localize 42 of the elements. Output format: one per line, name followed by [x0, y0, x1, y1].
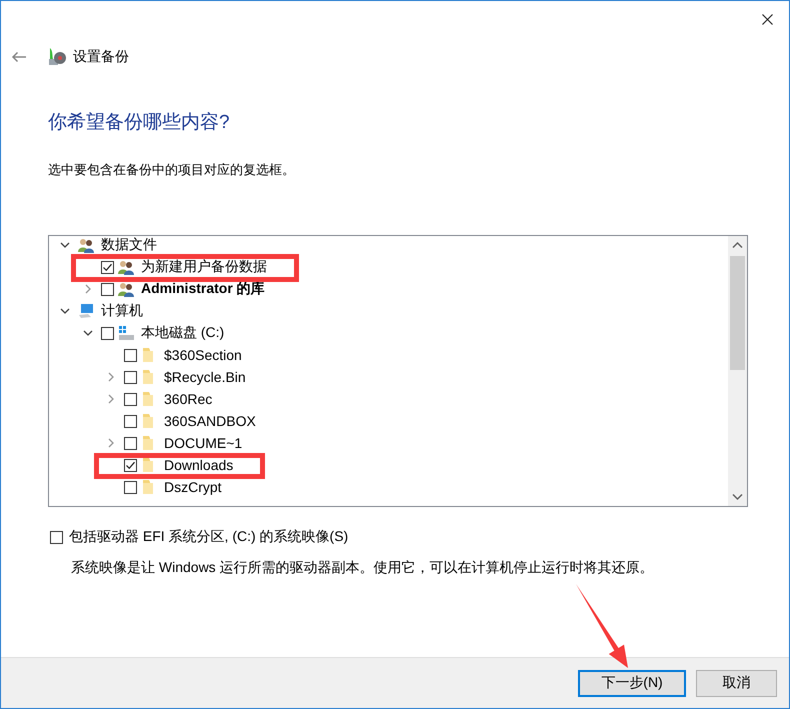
description-text: 系统映像是让 Windows 运行所需的驱动器副本。使用它，可以在计算机停止运行时将其还原。 [71, 559, 655, 577]
scrollbar[interactable] [728, 236, 747, 506]
tree-item-label[interactable]: 360SANDBOX [164, 413, 256, 429]
tree-item-label[interactable]: 计算机 [101, 302, 143, 320]
scroll-thumb[interactable] [730, 256, 745, 370]
scroll-up-icon[interactable] [732, 241, 743, 249]
tree-item-label[interactable]: Downloads [164, 457, 234, 473]
next-button[interactable]: 下一步(N) [578, 670, 686, 696]
backup-icon [47, 47, 67, 67]
checkbox[interactable] [124, 436, 137, 450]
window-title: 设置备份 [73, 48, 129, 66]
checkbox[interactable] [124, 458, 137, 472]
checkbox[interactable] [101, 260, 114, 274]
tree-item-label[interactable]: 360Rec [164, 391, 212, 407]
tree-item-label[interactable]: Administrator 的库 [141, 280, 265, 298]
checkbox[interactable] [101, 326, 114, 340]
back-icon[interactable] [11, 51, 27, 63]
page-heading: 你希望备份哪些内容? [48, 111, 231, 135]
computer-icon [78, 303, 94, 319]
checkbox[interactable] [124, 370, 137, 384]
tree-item-label[interactable]: 为新建用户备份数据 [141, 258, 267, 276]
tree-item-label[interactable]: $Recycle.Bin [164, 369, 246, 385]
users-icon [118, 259, 134, 275]
users-icon [78, 237, 94, 253]
scroll-down-icon[interactable] [732, 493, 743, 501]
checkbox[interactable] [124, 480, 137, 494]
checkbox[interactable] [50, 530, 63, 544]
checkbox[interactable] [124, 414, 137, 428]
users-icon [118, 281, 134, 297]
close-icon[interactable] [762, 14, 773, 24]
tree-item-label[interactable]: DszCrypt [164, 479, 222, 495]
instruction-text: 选中要包含在备份中的项目对应的复选框。 [48, 161, 296, 179]
drive-icon [118, 325, 134, 341]
tree-item-label[interactable]: $360Section [164, 347, 242, 363]
tree-item-label[interactable]: 本地磁盘 (C:) [141, 324, 224, 342]
tree-item-label[interactable]: 数据文件 [101, 236, 157, 254]
cancel-button[interactable]: 取消 [696, 670, 777, 696]
checkbox[interactable] [124, 348, 137, 362]
checkbox[interactable] [101, 282, 114, 296]
checkbox-label[interactable]: 包括驱动器 EFI 系统分区, (C:) 的系统映像(S) [69, 528, 348, 546]
checkbox[interactable] [124, 392, 137, 406]
tree-item-label[interactable]: DOCUME~1 [164, 435, 242, 451]
